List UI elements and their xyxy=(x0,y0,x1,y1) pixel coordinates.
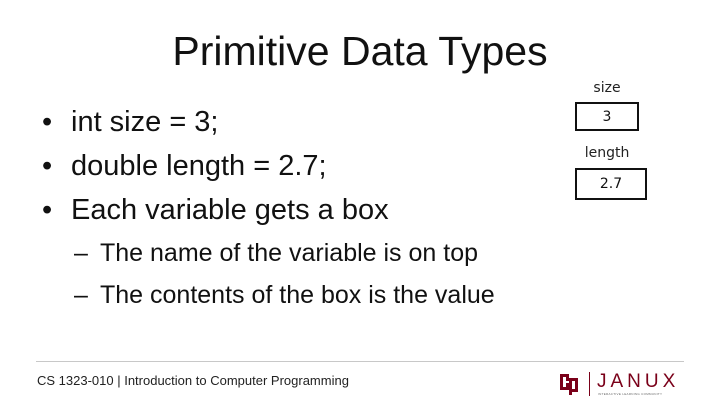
variable-value-box: 3 xyxy=(575,102,639,131)
janux-tagline: INTERACTIVE LEARNING COMMUNITY xyxy=(598,392,663,396)
variable-name-label: length xyxy=(584,145,630,161)
bullet-item: • Each variable gets a box xyxy=(38,188,495,232)
bullet-glyph: • xyxy=(42,106,53,138)
sub-bullet-glyph: – xyxy=(74,281,88,309)
sub-bullet-glyph: – xyxy=(74,239,88,267)
sub-bullet-item: – The contents of the box is the value xyxy=(38,274,495,316)
janux-logo: JANUX xyxy=(597,371,680,392)
bullet-text: double length = 2.7; xyxy=(71,150,327,182)
bullet-text: int size = 3; xyxy=(71,106,219,138)
sub-bullet-text: The contents of the box is the value xyxy=(100,281,495,309)
sub-bullet-item: – The name of the variable is on top xyxy=(38,232,495,274)
bullet-item: • int size = 3; xyxy=(38,100,495,144)
bullet-text: Each variable gets a box xyxy=(71,194,389,226)
logo-divider xyxy=(589,372,590,396)
bullet-item: • double length = 2.7; xyxy=(38,144,495,188)
ou-logo-icon xyxy=(560,374,578,395)
slide-title: Primitive Data Types xyxy=(172,28,548,74)
sub-bullet-text: The name of the variable is on top xyxy=(100,239,479,267)
course-footer: CS 1323-010 | Introduction to Computer P… xyxy=(37,373,349,388)
bullet-glyph: • xyxy=(42,150,53,182)
variable-name-label: size xyxy=(593,80,621,96)
bullet-glyph: • xyxy=(42,194,53,226)
bullet-list: • int size = 3; • double length = 2.7; •… xyxy=(38,100,495,316)
variable-value-box: 2.7 xyxy=(575,168,647,200)
footer-divider xyxy=(36,361,684,362)
